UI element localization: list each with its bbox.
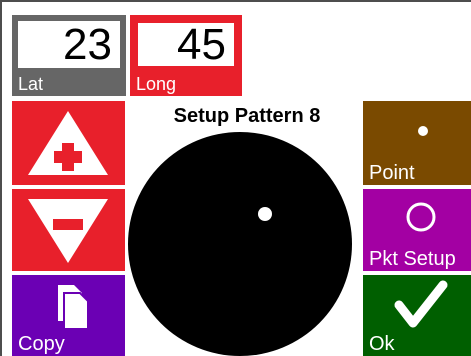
pkt-setup-label: Pkt Setup <box>369 248 456 270</box>
pattern-preview[interactable] <box>128 131 358 356</box>
lat-readout[interactable]: 23 Lat <box>12 15 126 96</box>
page-title: Setup Pattern 8 <box>173 105 321 127</box>
lat-value: 23 <box>18 21 120 68</box>
copy-label: Copy <box>18 333 65 355</box>
minus-triangle-icon <box>28 199 108 263</box>
long-value: 45 <box>138 23 234 67</box>
long-label: Long <box>136 74 177 94</box>
pkt-setup-button[interactable]: Pkt Setup <box>363 189 471 271</box>
pattern-disc <box>128 132 352 356</box>
ok-label: Ok <box>369 333 395 355</box>
point-label: Point <box>369 162 415 184</box>
increase-button[interactable] <box>12 101 125 185</box>
ok-button[interactable]: Ok <box>363 275 471 356</box>
point-button[interactable]: Point <box>363 101 471 185</box>
long-readout[interactable]: 45 Long <box>130 15 242 96</box>
plus-triangle-icon <box>28 111 108 175</box>
decrease-button[interactable] <box>12 189 125 271</box>
lat-label: Lat <box>18 74 44 94</box>
copy-button[interactable]: Copy <box>12 275 125 356</box>
pattern-point <box>258 207 272 221</box>
